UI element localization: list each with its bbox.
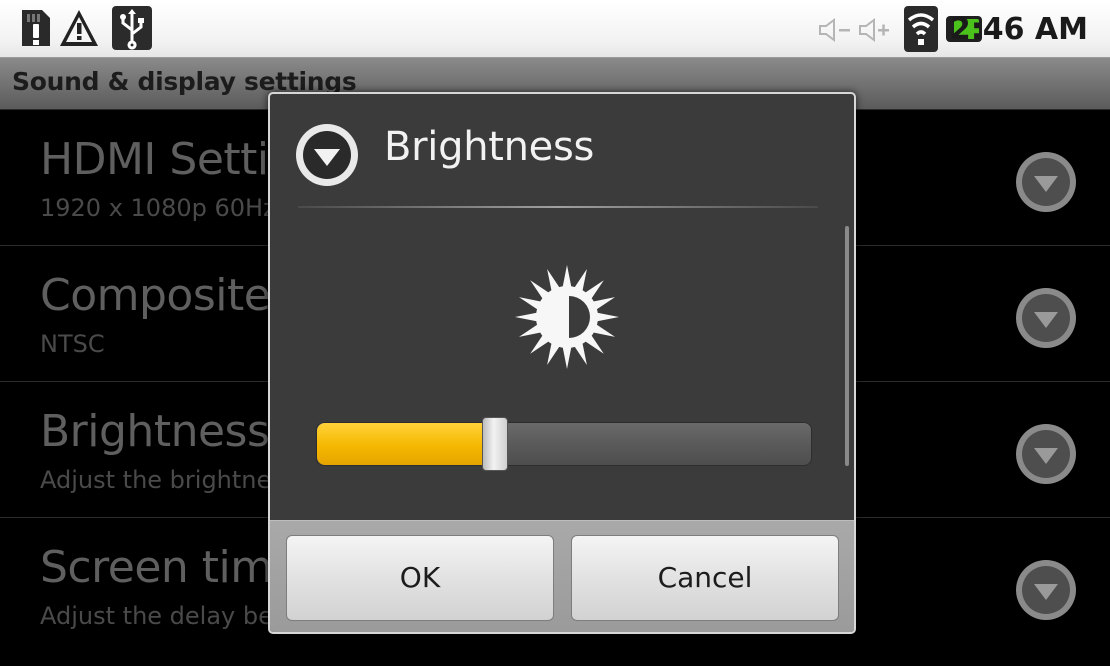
dialog-title: Brightness [384,124,595,170]
dropdown-arrow-icon[interactable] [1014,422,1078,486]
setting-title: Brightness [40,406,270,457]
cancel-button[interactable]: Cancel [571,535,839,621]
ok-button[interactable]: OK [286,535,554,621]
volume-down-icon [819,18,850,42]
dialog-button-bar: OK Cancel [270,520,854,632]
brightness-sun-icon [515,265,619,369]
usb-icon [112,6,152,50]
dropdown-arrow-icon[interactable] [1014,150,1078,214]
wifi-icon [904,6,938,52]
brightness-dialog: Brightness OK Cancel [268,92,856,634]
volume-up-icon [859,18,889,42]
setting-summary: NTSC [40,330,105,358]
brightness-slider[interactable] [316,417,812,471]
dialog-divider [298,206,818,208]
status-bar: 2:46 AM [0,0,1110,58]
slider-thumb[interactable] [482,417,508,471]
clock-time: 2:46 AM [949,12,1088,47]
dialog-scrollbar[interactable] [845,226,849,466]
setting-summary: 1920 x 1080p 60Hz [40,194,276,222]
dropdown-circle-icon [296,124,358,186]
warning-icon [60,10,98,46]
dropdown-arrow-icon[interactable] [1014,558,1078,622]
sd-card-warning-icon [22,10,50,46]
dropdown-arrow-icon[interactable] [1014,286,1078,350]
slider-fill [317,423,495,465]
